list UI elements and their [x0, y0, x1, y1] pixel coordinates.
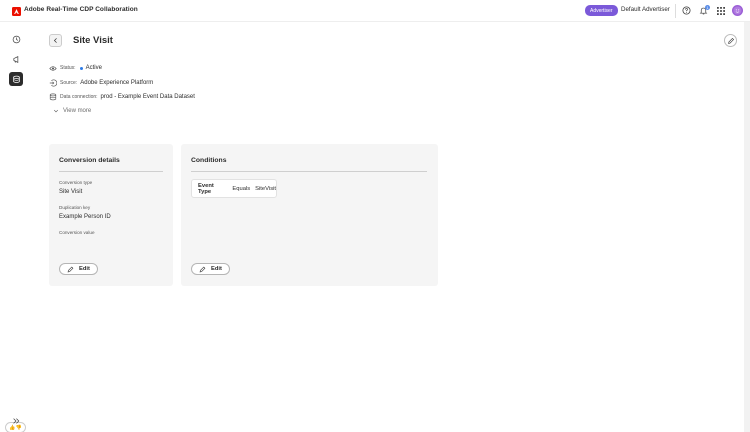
data-connection-value: prod - Example Event Data Dataset — [100, 94, 195, 100]
view-more-link[interactable]: View more — [53, 108, 91, 114]
edit-conditions-button[interactable]: Edit — [191, 263, 230, 275]
user-avatar[interactable] — [732, 5, 743, 16]
back-button[interactable] — [49, 34, 62, 47]
source-value: Adobe Experience Platform — [80, 80, 154, 86]
page-title: Site Visit — [73, 35, 113, 46]
chevron-double-right-icon[interactable] — [10, 415, 21, 426]
left-nav-rail: 👍👎 — [0, 22, 31, 432]
card-divider — [59, 171, 163, 172]
conversion-value-label: Conversion value — [59, 230, 95, 235]
data-connections-icon[interactable] — [9, 72, 23, 86]
condition-rule: Event Type Equals SiteVisit — [191, 179, 277, 198]
conversion-details-title: Conversion details — [59, 157, 120, 164]
top-bar: Adobe Real-Time CDP Collaboration Advert… — [0, 0, 750, 22]
notification-badge: 1 — [705, 5, 710, 10]
adobe-logo-icon[interactable] — [11, 6, 21, 16]
help-icon[interactable] — [681, 5, 692, 16]
status-icon — [49, 64, 57, 72]
history-icon[interactable] — [9, 32, 23, 46]
edit-label: Edit — [211, 266, 222, 272]
data-connection-row: Data connection: prod - Example Event Da… — [49, 93, 195, 101]
duplication-key-label: Duplication key — [59, 205, 91, 210]
pencil-icon — [199, 266, 206, 272]
status-value: Active — [85, 65, 102, 71]
source-row: Source: Adobe Experience Platform — [49, 79, 153, 87]
condition-key: Event Type — [198, 182, 214, 195]
conversion-type-label: Conversion type — [59, 180, 93, 185]
database-icon — [49, 93, 57, 101]
scrollbar-track[interactable] — [744, 22, 750, 432]
status-row: Status: Active — [49, 64, 102, 72]
edit-label: Edit — [79, 266, 90, 272]
apps-grid-icon[interactable] — [715, 5, 726, 16]
data-connection-label: Data connection: — [60, 94, 98, 100]
app-title: Adobe Real-Time CDP Collaboration — [24, 6, 138, 13]
condition-value: SiteVisit — [255, 185, 276, 192]
pencil-icon — [67, 266, 74, 272]
edit-page-button[interactable] — [724, 34, 737, 47]
chevron-down-icon — [53, 108, 59, 114]
advertiser-switcher[interactable]: Default Advertiser — [621, 6, 670, 13]
edit-conversion-details-button[interactable]: Edit — [59, 263, 98, 275]
source-label: Source: — [60, 80, 78, 86]
conversion-type-value: Site Visit — [59, 189, 83, 195]
advertiser-badge: Advertiser — [585, 5, 618, 16]
condition-operator: Equals — [232, 185, 251, 192]
conditions-title: Conditions — [191, 157, 227, 164]
status-label: Status: — [60, 65, 76, 71]
source-icon — [49, 79, 57, 87]
status-dot — [79, 66, 83, 70]
card-divider — [191, 171, 427, 172]
header-divider — [675, 4, 676, 18]
announcement-icon[interactable] — [9, 52, 23, 66]
duplication-key-value: Example Person ID — [59, 214, 111, 220]
view-more-label: View more — [63, 108, 92, 114]
